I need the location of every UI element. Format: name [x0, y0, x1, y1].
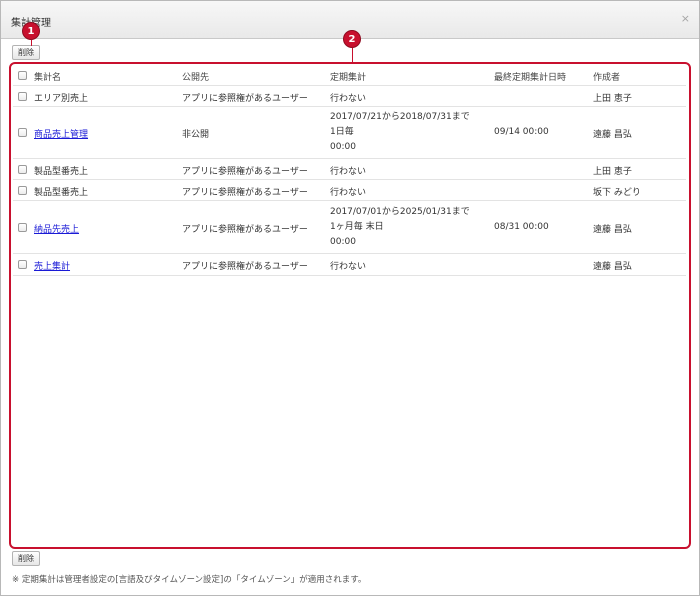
- row-author: 遠藤 昌弘: [593, 130, 632, 140]
- row-name-link[interactable]: 売上集計: [34, 259, 70, 272]
- row-checkbox[interactable]: [18, 92, 27, 101]
- table-row: エリア別売上 アプリに参照権があるユーザー 行わない 上田 恵子: [13, 86, 686, 107]
- row-schedule-time: 00:00: [330, 142, 356, 152]
- row-visibility: アプリに参照権があるユーザー: [182, 188, 308, 198]
- row-visibility: アプリに参照権があるユーザー: [182, 94, 308, 104]
- delete-button-top[interactable]: 削除: [12, 45, 40, 60]
- row-visibility: アプリに参照権があるユーザー: [182, 225, 308, 235]
- callout-1-connector: [31, 40, 32, 46]
- header-last-run: 最終定期集計日時: [494, 73, 567, 83]
- row-checkbox[interactable]: [18, 165, 27, 174]
- table-row: 製品型番売上 アプリに参照権があるユーザー 行わない 坂下 みどり: [13, 180, 686, 201]
- header-name: 集計名: [34, 73, 62, 83]
- row-checkbox[interactable]: [18, 223, 27, 232]
- callout-badge-1: 1: [22, 22, 40, 40]
- table-row: 売上集計 アプリに参照権があるユーザー 行わない 遠藤 昌弘: [13, 254, 686, 276]
- timezone-footnote: ※ 定期集計は管理者設定の[言語及びタイムゾーン設定]の「タイムゾーン」が適用さ…: [12, 575, 367, 585]
- row-schedule: 行わない: [330, 167, 367, 177]
- callout-badge-2: 2: [343, 30, 361, 48]
- row-schedule-range: 2017/07/01から2025/01/31まで: [330, 207, 470, 217]
- row-visibility: 非公開: [182, 130, 210, 140]
- close-icon[interactable]: ×: [681, 12, 690, 25]
- row-schedule-interval: 1日毎: [330, 127, 354, 137]
- row-schedule: 行わない: [330, 94, 367, 104]
- row-schedule: 行わない: [330, 262, 367, 272]
- row-author: 上田 恵子: [593, 167, 632, 177]
- header-author: 作成者: [593, 73, 621, 83]
- row-checkbox[interactable]: [18, 128, 27, 137]
- row-schedule-time: 00:00: [330, 237, 356, 247]
- row-schedule-range: 2017/07/21から2018/07/31まで: [330, 112, 470, 122]
- row-schedule-interval: 1ヶ月毎 末日: [330, 222, 384, 232]
- row-author: 遠藤 昌弘: [593, 262, 632, 272]
- row-name-link[interactable]: 商品売上管理: [34, 127, 88, 140]
- row-visibility: アプリに参照権があるユーザー: [182, 262, 308, 272]
- table-row: 製品型番売上 アプリに参照権があるユーザー 行わない 上田 恵子: [13, 159, 686, 180]
- row-name: 製品型番売上: [34, 188, 89, 198]
- row-last-run: 08/31 00:00: [494, 222, 549, 232]
- row-name: エリア別売上: [34, 94, 89, 104]
- row-checkbox[interactable]: [18, 260, 27, 269]
- row-author: 上田 恵子: [593, 94, 632, 104]
- row-author: 坂下 みどり: [593, 188, 641, 198]
- header-schedule: 定期集計: [330, 73, 367, 83]
- row-visibility: アプリに参照権があるユーザー: [182, 167, 308, 177]
- row-checkbox[interactable]: [18, 186, 27, 195]
- callout-2-connector: [352, 48, 353, 62]
- row-last-run: 09/14 00:00: [494, 127, 549, 137]
- aggregation-dialog: 集計管理 × 削除 1 2 集計名 公開先 定期集計 最終定期集計日時 作成者 …: [0, 0, 700, 596]
- header-visibility: 公開先: [182, 73, 210, 83]
- row-name: 製品型番売上: [34, 167, 89, 177]
- table-row: 商品売上管理 非公開 2017/07/21から2018/07/31まで 1日毎 …: [13, 107, 686, 159]
- row-author: 遠藤 昌弘: [593, 225, 632, 235]
- table-header-row: 集計名 公開先 定期集計 最終定期集計日時 作成者: [13, 65, 686, 86]
- row-schedule: 行わない: [330, 188, 367, 198]
- delete-button-bottom[interactable]: 削除: [12, 551, 40, 566]
- table-row: 納品先売上 アプリに参照権があるユーザー 2017/07/01から2025/01…: [13, 201, 686, 254]
- select-all-checkbox[interactable]: [18, 71, 27, 80]
- row-name-link[interactable]: 納品先売上: [34, 222, 79, 235]
